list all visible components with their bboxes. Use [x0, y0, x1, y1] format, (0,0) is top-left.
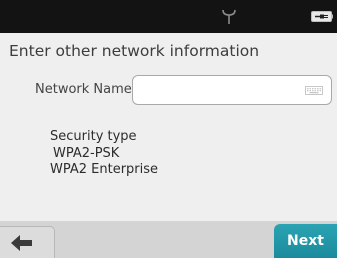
security-option-wpa2-enterprise[interactable]: WPA2 Enterprise: [50, 162, 158, 179]
security-type-section: Security type WPA2-PSK WPA2 Enterprise: [50, 129, 158, 179]
network-name-label: Network Name: [35, 82, 132, 97]
keyboard-icon[interactable]: [305, 86, 323, 95]
back-button[interactable]: [0, 226, 55, 258]
antenna-icon: [222, 9, 236, 24]
security-type-heading: Security type: [50, 129, 137, 144]
bottom-navigation-bar: Next: [0, 221, 337, 258]
page-title: Enter other network information: [9, 42, 260, 60]
security-option-wpa2-psk[interactable]: WPA2-PSK: [50, 146, 158, 163]
battery-icon: [311, 11, 333, 22]
next-button[interactable]: Next: [274, 224, 337, 258]
left-arrow-icon: [11, 235, 32, 251]
network-form: Enter other network information Network …: [0, 33, 337, 221]
status-bar: [0, 0, 337, 33]
network-name-input[interactable]: [132, 75, 332, 105]
